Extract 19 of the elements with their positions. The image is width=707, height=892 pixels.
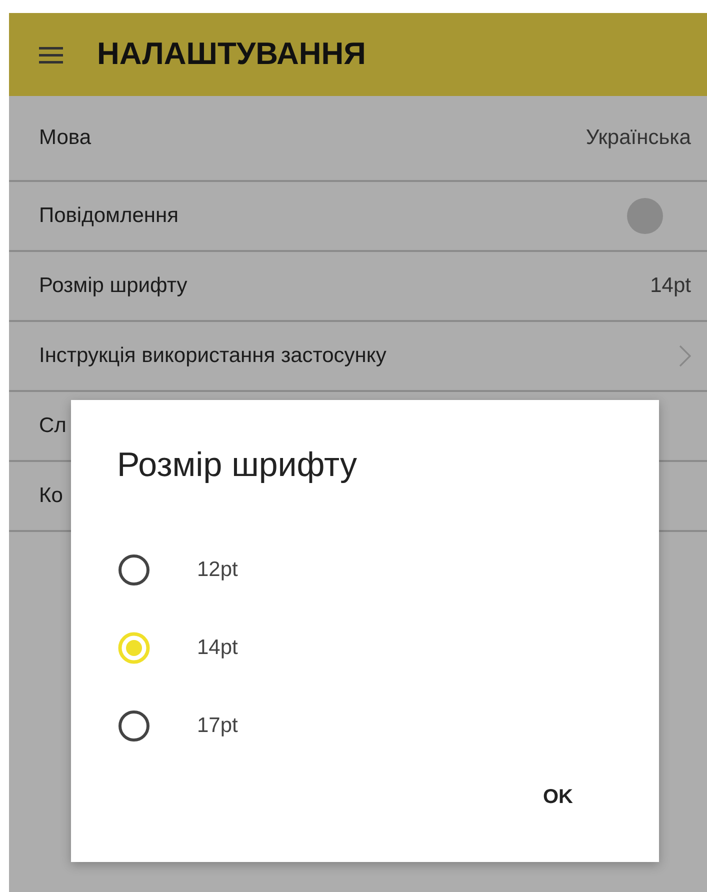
radio-option[interactable]: 12pt [117, 531, 238, 609]
setting-label[interactable]: Повідомлення [39, 200, 178, 232]
setting-label[interactable]: Розмір шрифту [39, 270, 188, 302]
setting-value: Українська [586, 125, 691, 152]
menu-icon[interactable] [39, 46, 63, 64]
chevron-right-icon [679, 345, 691, 367]
dialog-title: Розмір шрифту [117, 445, 358, 486]
setting-label[interactable]: Інструкція використання застосунку [39, 340, 386, 372]
setting-label[interactable]: Мова [39, 122, 92, 154]
radio-button[interactable] [117, 709, 151, 743]
screen-title: НАЛАШТУВАННЯ [97, 35, 366, 74]
setting-label[interactable]: Ко [39, 480, 63, 512]
radio-button[interactable] [117, 553, 151, 587]
radio-option[interactable]: 17pt [117, 687, 238, 765]
ok-button[interactable]: OK [541, 778, 575, 816]
setting-value: 14pt [650, 273, 691, 300]
radio-option[interactable]: 14pt [117, 609, 238, 687]
setting-label[interactable]: Сл [39, 410, 66, 442]
toggle-switch[interactable] [627, 198, 663, 234]
